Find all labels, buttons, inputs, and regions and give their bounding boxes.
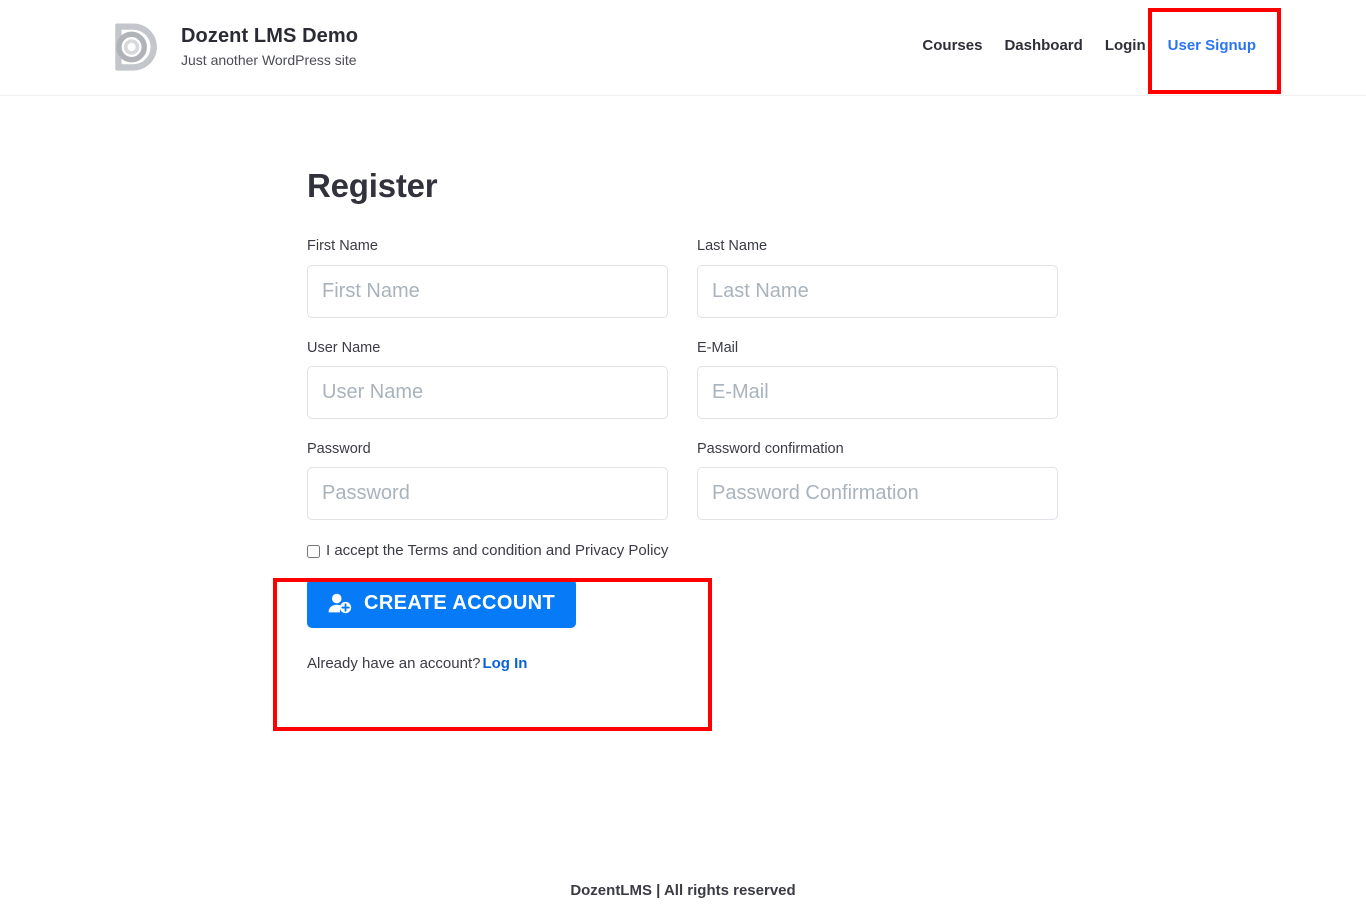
primary-navigation: Courses Dashboard Login User Signup [922,37,1256,54]
user-name-input[interactable] [307,366,668,420]
email-input[interactable] [697,366,1058,420]
login-hint-text: Already have an account? [307,655,481,673]
nav-item-dashboard[interactable]: Dashboard [1004,37,1082,54]
create-account-label: CREATE ACCOUNT [364,592,556,615]
brand-text-block: Dozent LMS Demo Just another WordPress s… [181,24,358,69]
email-label: E-Mail [697,339,739,356]
site-header: Dozent LMS Demo Just another WordPress s… [0,0,1366,96]
dozent-d-logo-icon [115,23,157,71]
password-row: Password Password confirmation [307,441,1067,521]
register-form: First Name Last Name User Name E-Mail [307,238,1067,672]
user-name-label: User Name [307,339,381,356]
page-title: Register [307,167,438,204]
account-row: User Name E-Mail [307,339,1067,420]
password-confirmation-group: Password confirmation [697,441,1058,521]
last-name-group: Last Name [697,238,1058,318]
terms-row: I accept the Terms and condition and Pri… [307,542,1067,561]
last-name-label: Last Name [697,238,768,255]
brand-tagline: Just another WordPress site [181,52,357,69]
footer-copyright: DozentLMS | All rights reserved [570,881,796,899]
password-confirmation-label: Password confirmation [697,441,844,458]
password-confirmation-input[interactable] [697,467,1058,521]
create-account-button[interactable]: CREATE ACCOUNT [307,579,577,629]
user-plus-icon [328,593,352,614]
first-name-label: First Name [307,238,378,255]
site-brand[interactable]: Dozent LMS Demo Just another WordPress s… [108,18,358,76]
password-group: Password [307,441,668,521]
login-hint: Already have an account? Log In [307,655,1067,672]
first-name-group: First Name [307,238,668,318]
password-input[interactable] [307,467,668,521]
register-form-container: Register First Name Last Name User Name [307,167,1067,672]
terms-checkbox[interactable] [307,545,320,559]
email-group: E-Mail [697,339,1058,420]
first-name-input[interactable] [307,264,668,318]
register-page: Dozent LMS Demo Just another WordPress s… [0,0,1366,919]
site-footer: DozentLMS | All rights reserved [0,861,1366,919]
nav-item-login[interactable]: Login [1105,37,1146,54]
nav-item-courses[interactable]: Courses [922,37,982,54]
password-label: Password [307,441,371,458]
nav-item-user-signup[interactable]: User Signup [1168,37,1256,54]
terms-label: I accept the Terms and condition and Pri… [326,542,669,560]
brand-title: Dozent LMS Demo [181,25,359,48]
user-name-group: User Name [307,339,668,420]
log-in-link[interactable]: Log In [482,655,527,672]
last-name-input[interactable] [697,264,1058,318]
name-row: First Name Last Name [307,238,1067,318]
